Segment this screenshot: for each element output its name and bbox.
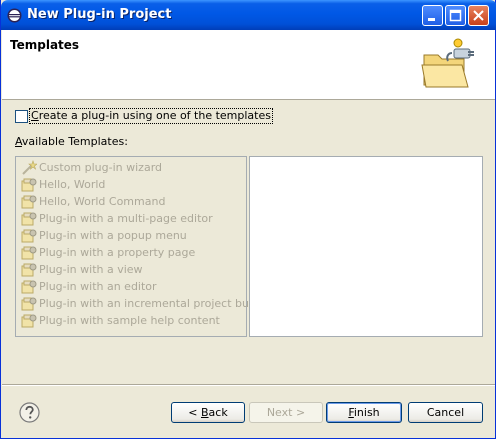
template-list-item[interactable]: Plug-in with a popup menu <box>21 227 245 244</box>
maximize-button[interactable] <box>445 5 466 26</box>
template-description-panel <box>249 156 483 337</box>
template-label: Hello, World <box>39 178 106 191</box>
use-template-checkbox-label[interactable]: Create a plug-in using one of the templa… <box>29 108 273 124</box>
back-label: ack <box>208 406 228 419</box>
template-list-item[interactable]: Hello, World <box>21 176 245 193</box>
label-mnemonic: C <box>31 109 39 122</box>
next-button[interactable]: Next > <box>249 402 323 423</box>
label-text: vailable Templates: <box>21 135 128 148</box>
close-button[interactable] <box>468 5 489 26</box>
template-list-item[interactable]: Plug-in with a view <box>21 261 245 278</box>
use-template-checkbox[interactable] <box>15 110 28 123</box>
finish-label: inish <box>353 406 380 419</box>
label-mnemonic: A <box>15 135 22 148</box>
template-list-item[interactable]: Plug-in with an incremental project buil… <box>21 295 273 312</box>
plugin-template-icon <box>21 212 37 226</box>
template-list-item[interactable]: Plug-in with a property page <box>21 244 245 261</box>
plugin-template-icon <box>21 297 37 311</box>
wizard-wand-icon <box>22 160 37 175</box>
template-label: Hello, World Command <box>39 195 166 208</box>
template-label: Plug-in with a multi-page editor <box>39 212 213 225</box>
plugin-template-icon <box>21 280 37 294</box>
template-list-item[interactable]: Plug-in with sample help content <box>21 312 245 329</box>
new-plugin-project-dialog: New Plug-in Project Templates Create a p… <box>0 0 496 439</box>
template-list-item[interactable]: Custom plug-in wizard <box>21 159 245 176</box>
template-list-item[interactable]: Hello, World Command <box>21 193 245 210</box>
available-templates-label: Available Templates: <box>15 135 128 148</box>
help-icon[interactable] <box>19 402 40 423</box>
available-templates-list[interactable]: Custom plug-in wizard Hello, World Hello, … <box>15 156 273 337</box>
wizard-header: Templates <box>2 30 495 100</box>
plugin-template-icon <box>21 229 37 243</box>
plugin-template-icon <box>21 246 37 260</box>
eclipse-icon <box>7 8 22 23</box>
plugin-template-icon <box>21 178 37 192</box>
template-label: Plug-in with a popup menu <box>39 229 187 242</box>
cancel-button[interactable]: Cancel <box>408 402 483 423</box>
maximize-icon <box>449 9 462 22</box>
template-label: Plug-in with an incremental project buil… <box>39 297 274 310</box>
template-label: Custom plug-in wizard <box>39 161 163 174</box>
back-prefix: < <box>188 406 201 419</box>
page-title: Templates <box>10 38 80 52</box>
plugin-template-icon <box>21 195 37 209</box>
minimize-icon <box>428 18 435 21</box>
template-label: Plug-in with sample help content <box>39 314 220 327</box>
template-label: Plug-in with a view <box>39 263 143 276</box>
template-list-item[interactable]: Plug-in with an editor <box>21 278 245 295</box>
plugin-template-icon <box>21 314 37 328</box>
plugin-folder-icon <box>421 38 474 88</box>
close-icon <box>473 10 484 21</box>
minimize-button[interactable] <box>422 5 443 26</box>
back-button[interactable]: < Back <box>171 402 245 423</box>
window-title: New Plug-in Project <box>27 7 172 22</box>
back-mnemonic: B <box>201 406 209 419</box>
button-bar-separator <box>2 384 495 386</box>
plugin-template-icon <box>21 263 37 277</box>
template-list-item[interactable]: Plug-in with a multi-page editor <box>21 210 245 227</box>
finish-button[interactable]: Finish <box>326 402 402 423</box>
title-bar[interactable]: New Plug-in Project <box>1 0 496 30</box>
template-label: Plug-in with a property page <box>39 246 196 259</box>
template-label: Plug-in with an editor <box>39 280 157 293</box>
label-text: reate a plug-in using one of the templat… <box>38 109 271 122</box>
